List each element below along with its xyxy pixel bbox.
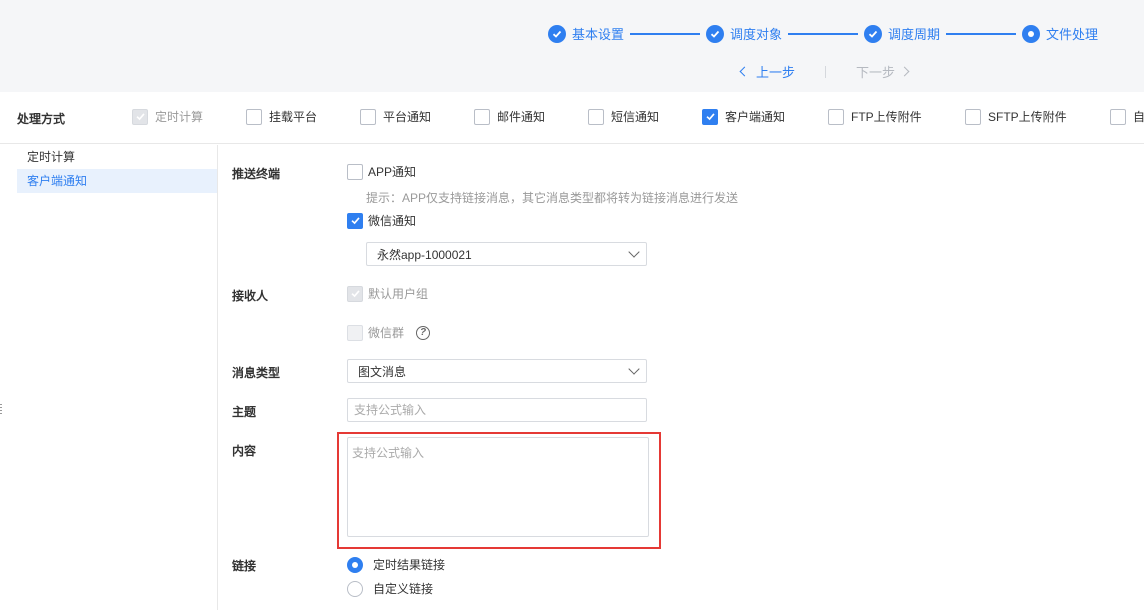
help-icon[interactable]: ? [416,325,431,340]
app-notify-hint: 提示：APP仅支持链接消息，其它消息类型都将转为链接消息进行发送 [366,191,739,205]
pager-divider [825,65,827,78]
checkbox-icon [474,108,490,125]
check-circle-icon [864,24,883,43]
link-label: 链接 [232,559,257,573]
step-connector [788,32,859,35]
method-option-ftp-upload[interactable]: FTP上传附件 [828,108,922,125]
message-type-select[interactable]: 图文消息 [347,359,647,383]
step-basic-settings[interactable]: 基本设置 [548,24,624,43]
method-option-label: SFTP上传附件 [988,110,1067,124]
default-group-checkbox[interactable]: 默认用户组 [347,285,428,302]
wechat-app-select-value: 永然app-1000021 [377,247,472,262]
content-label: 内容 [232,444,257,458]
wechat-group-checkbox[interactable]: 微信群 ? [347,324,431,341]
check-circle-icon [706,24,725,43]
receiver-label: 接收人 [232,289,269,303]
wechat-app-select[interactable]: 永然app-1000021 [366,242,647,266]
wechat-notify-checkbox[interactable]: 微信通知 [347,212,416,229]
checkbox-icon [246,108,262,125]
method-option-label: 自 [1133,110,1144,124]
step-schedule-object[interactable]: 调度对象 [706,24,782,43]
checkbox-icon [347,163,363,180]
checkbox-icon [360,108,376,125]
link-option-label: 自定义链接 [373,582,434,596]
chevron-down-icon [628,363,640,375]
step-indicator: 基本设置 调度对象 调度周期 文件处理 [548,24,1098,43]
step-label: 文件处理 [1046,27,1099,42]
method-option-email-notify[interactable]: 邮件通知 [474,108,545,125]
checkbox-icon [132,108,148,125]
app-notify-label: APP通知 [368,165,417,179]
method-option-sftp-upload[interactable]: SFTP上传附件 [965,108,1067,125]
panel-divider [217,145,218,610]
checkbox-icon [588,108,604,125]
method-option-label: 邮件通知 [497,110,546,124]
step-connector [630,32,701,35]
checkbox-icon [1110,108,1126,125]
subject-label: 主题 [232,405,257,419]
checkbox-icon [347,212,363,229]
method-option-mount-platform[interactable]: 挂载平台 [246,108,317,125]
message-type-value: 图文消息 [358,364,407,379]
next-step-label: 下一步 [856,65,896,80]
next-step-button[interactable]: 下一步 [856,62,910,81]
content-textarea[interactable] [347,437,649,537]
current-step-icon [1022,24,1041,43]
wechat-notify-label: 微信通知 [368,214,417,228]
wechat-group-label: 微信群 [368,326,405,340]
subject-input[interactable] [347,398,647,422]
method-list: 定时计算 客户端通知 [17,145,217,193]
step-label: 基本设置 [572,27,625,42]
processing-method-row: 处理方式 定时计算 挂载平台 平台通知 邮件通知 短信通知 客户端通知 FTP上… [0,92,1144,144]
prev-step-label: 上一步 [756,65,796,80]
method-option-label: 短信通知 [611,110,660,124]
check-circle-icon [548,24,566,43]
method-option-custom[interactable]: 自 [1110,108,1144,125]
link-option-custom[interactable]: 自定义链接 [347,580,433,597]
resize-handle[interactable] [0,404,4,418]
default-group-label: 默认用户组 [368,287,429,301]
method-option-client-notify[interactable]: 客户端通知 [702,108,785,125]
link-option-label: 定时结果链接 [373,558,446,572]
step-connector [946,32,1017,35]
chevron-down-icon [628,246,640,258]
method-option-label: 客户端通知 [725,110,786,124]
method-list-item-scheduled-calc[interactable]: 定时计算 [17,145,217,169]
push-terminal-label: 推送终端 [232,167,281,181]
checkbox-icon [965,108,981,125]
step-schedule-period[interactable]: 调度周期 [864,24,940,43]
step-file-processing[interactable]: 文件处理 [1022,24,1098,43]
method-option-label: 定时计算 [155,110,204,124]
processing-method-title: 处理方式 [17,112,66,126]
message-type-label: 消息类型 [232,366,281,380]
method-option-scheduled-calc[interactable]: 定时计算 [132,108,203,125]
method-option-label: 挂载平台 [269,110,318,124]
radio-icon [347,556,363,573]
method-option-label: FTP上传附件 [851,110,922,124]
checkbox-icon [702,108,718,125]
prev-step-button[interactable]: 上一步 [738,62,795,81]
link-option-scheduled-result[interactable]: 定时结果链接 [347,556,445,573]
wizard-header: 基本设置 调度对象 调度周期 文件处理 上一步 下一步 [0,0,1144,92]
app-notify-checkbox[interactable]: APP通知 [347,163,416,180]
chevron-left-icon [739,66,750,77]
method-option-sms-notify[interactable]: 短信通知 [588,108,659,125]
radio-icon [347,580,363,597]
step-pager: 上一步 下一步 [738,62,910,81]
checkbox-icon [347,324,363,341]
step-label: 调度对象 [730,27,783,42]
checkbox-icon [828,108,844,125]
method-option-label: 平台通知 [383,110,432,124]
method-list-item-client-notify[interactable]: 客户端通知 [17,169,217,193]
method-option-platform-notify[interactable]: 平台通知 [360,108,431,125]
chevron-right-icon [899,66,910,77]
step-label: 调度周期 [888,27,941,42]
checkbox-icon [347,285,363,302]
